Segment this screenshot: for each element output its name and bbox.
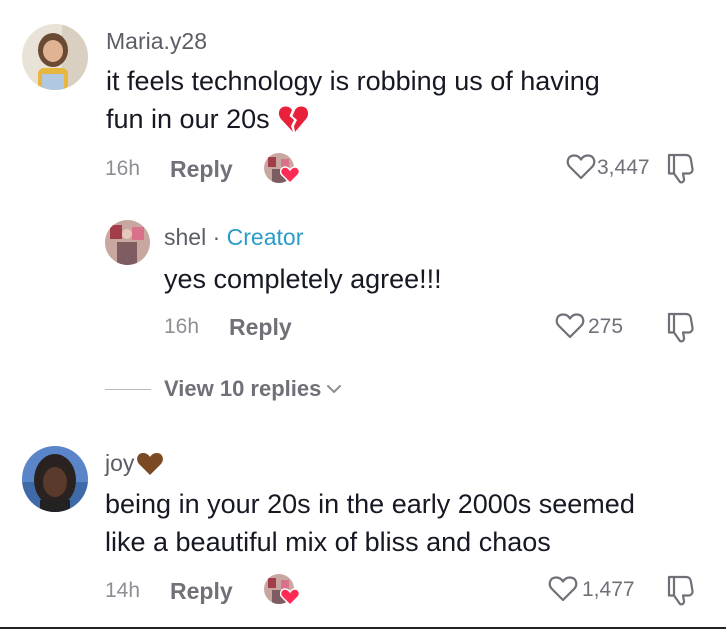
reply-timestamp: 16h (164, 315, 200, 338)
creator-liked-heart-icon (280, 588, 300, 606)
dislike-icon[interactable] (665, 152, 695, 184)
avatar[interactable] (22, 446, 88, 512)
reply-text: yes completely agree!!! (164, 264, 442, 294)
like-count: 275 (588, 315, 624, 338)
dislike-icon[interactable] (665, 574, 695, 606)
comment-timestamp: 16h (105, 157, 141, 180)
username-separator: · (212, 224, 221, 250)
comment-text: it feels technology is robbing us of hav… (106, 66, 600, 96)
comment-text: being in your 20s in the early 2000s see… (105, 489, 635, 519)
like-heart-icon[interactable] (555, 312, 585, 340)
chevron-down-icon (326, 383, 342, 395)
creator-badge: Creator (226, 224, 304, 250)
like-count: 3,447 (597, 156, 650, 179)
comment-username[interactable]: Maria.y28 (106, 28, 207, 55)
dislike-icon[interactable] (665, 311, 695, 343)
reply-button[interactable]: Reply (170, 578, 233, 605)
comment-timestamp: 14h (105, 579, 141, 602)
broken-heart-icon (278, 105, 308, 133)
avatar[interactable] (105, 220, 150, 265)
reply-button[interactable]: Reply (229, 314, 292, 341)
reply-username-row: shel · Creator (164, 224, 303, 251)
comment-username[interactable]: joy (105, 450, 134, 477)
reply-button[interactable]: Reply (170, 156, 233, 183)
brown-heart-icon (136, 451, 164, 477)
comment-username-row: joy (105, 450, 164, 477)
bottom-border (0, 627, 726, 629)
avatar[interactable] (22, 24, 88, 90)
comment-text-continued: fun in our 20s (106, 104, 270, 134)
reply-username[interactable]: shel (164, 224, 206, 250)
like-count: 1,477 (582, 578, 635, 601)
view-replies-label: View 10 replies (164, 376, 322, 401)
comment-text-line-2: fun in our 20s (106, 101, 308, 137)
like-heart-icon[interactable] (566, 153, 596, 181)
creator-liked-heart-icon (280, 166, 300, 184)
comment-text-continued: like a beautiful mix of bliss and chaos (105, 527, 551, 557)
view-replies-button[interactable]: View 10 replies (164, 376, 342, 402)
view-replies-divider (105, 389, 151, 390)
like-heart-icon[interactable] (548, 575, 578, 603)
